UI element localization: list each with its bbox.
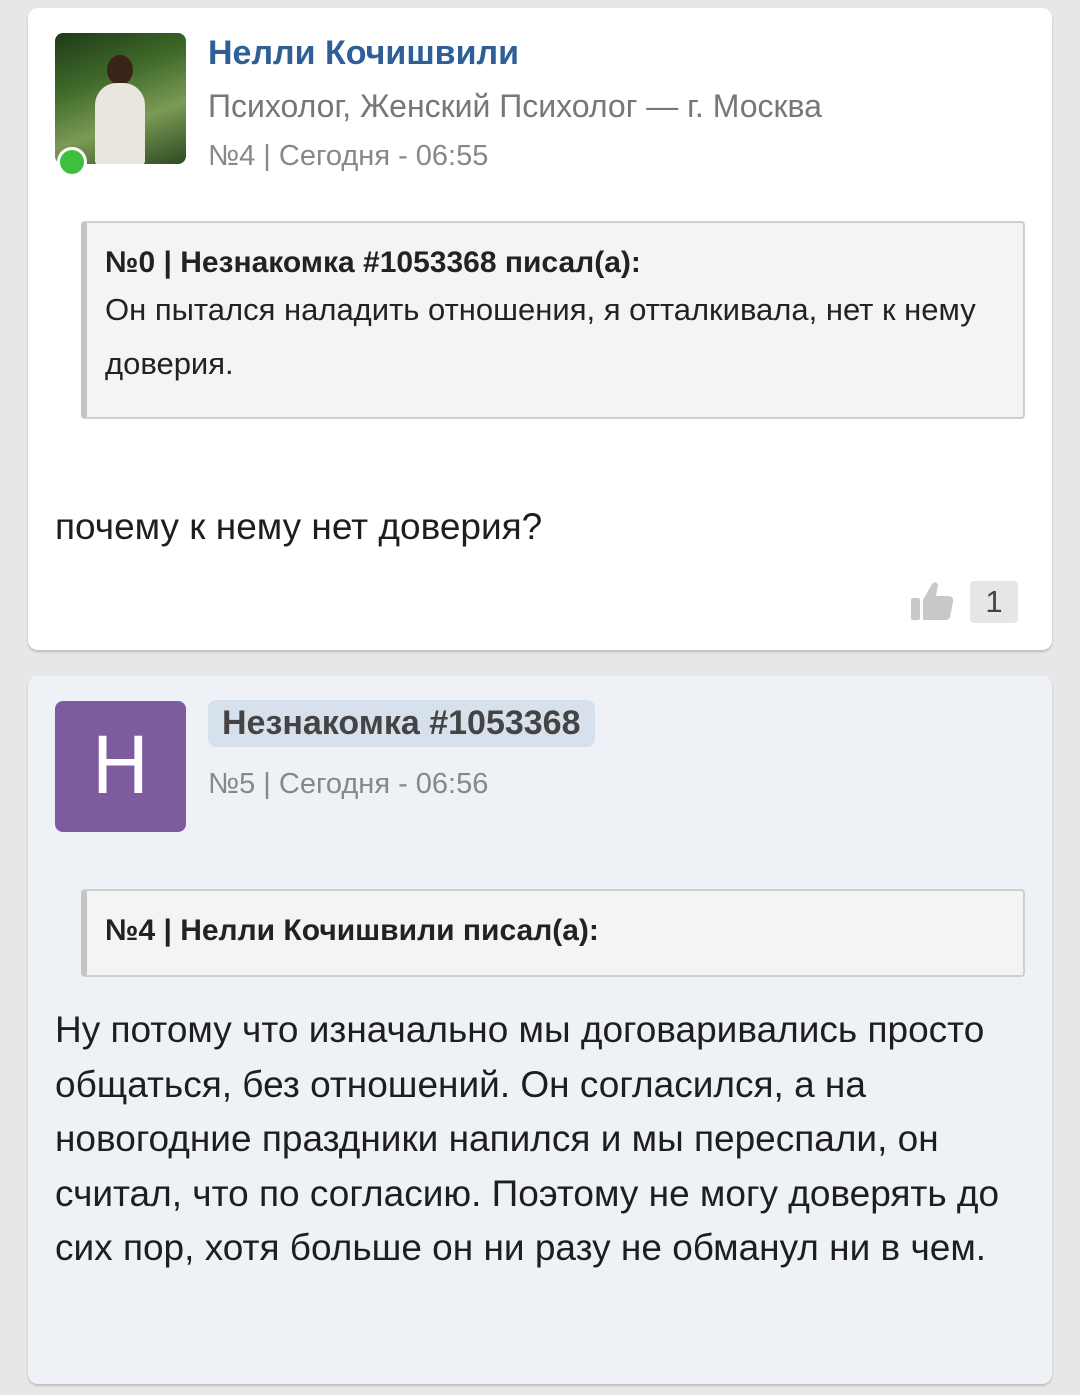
forum-post: Н Незнакомка #1053368 №5 | Сегодня - 06:… — [28, 676, 1052, 1384]
online-status-icon — [57, 147, 87, 177]
post-body: Ну потому что изначально мы договаривали… — [55, 1009, 1000, 1268]
author-name-link[interactable]: Нелли Кочишвили — [208, 34, 519, 73]
quote-header: №0 | Незнакомка #1053368 писал(а): — [105, 246, 641, 279]
author-role: Психолог, Женский Психолог — г. Москва — [208, 88, 822, 124]
forum-post: Нелли Кочишвили Психолог, Женский Психол… — [28, 8, 1052, 650]
thumbs-up-icon[interactable] — [910, 580, 954, 622]
quote-text: Он пытался наладить отношения, я отталки… — [105, 292, 976, 381]
avatar-figure-body — [95, 83, 145, 164]
post-meta: №5 | Сегодня - 06:56 — [208, 768, 489, 800]
author-avatar[interactable] — [55, 33, 186, 177]
avatar-photo — [55, 33, 186, 164]
post-meta: №4 | Сегодня - 06:55 — [208, 140, 489, 172]
quote-block: №4 | Нелли Кочишвили писал(а): — [81, 889, 1025, 977]
post-body: почему к нему нет доверия? — [55, 506, 543, 547]
author-avatar-letter[interactable]: Н — [55, 701, 186, 832]
quote-header: №4 | Нелли Кочишвили писал(а): — [105, 914, 599, 947]
author-name-badge[interactable]: Незнакомка #1053368 — [208, 700, 595, 747]
avatar-figure-head — [107, 55, 133, 85]
quote-block: №0 | Незнакомка #1053368 писал(а): Он пы… — [81, 221, 1025, 419]
like-count[interactable]: 1 — [970, 581, 1018, 623]
